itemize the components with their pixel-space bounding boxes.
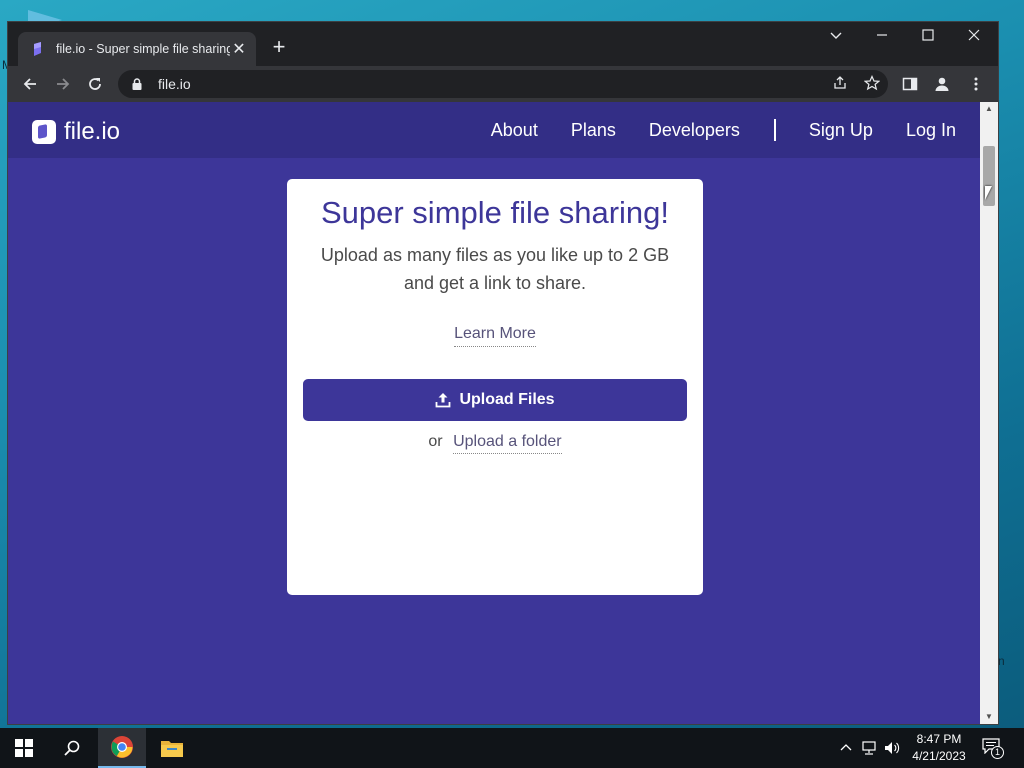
folder-upload-row: or Upload a folder [287,433,703,454]
file-explorer-icon [161,741,183,757]
system-clock[interactable]: 8:47 PM 4/21/2023 [904,731,974,765]
back-arrow-icon[interactable] [18,72,42,96]
nav-plans-link[interactable]: Plans [571,120,616,141]
clock-time: 8:47 PM [916,732,962,746]
fileio-favicon-icon [34,42,41,56]
tab-search-icon[interactable] [816,28,856,46]
share-icon[interactable] [832,75,848,96]
windows-taskbar: 8:47 PM 4/21/2023 1 [0,728,1024,768]
tab-close-icon[interactable]: ✕ [230,39,248,59]
file-explorer-taskbar-button[interactable] [148,728,196,768]
browser-toolbar: file.io [8,66,998,102]
nav-about-link[interactable]: About [491,120,538,141]
network-icon[interactable] [862,728,880,768]
nav-log-in-link[interactable]: Log In [906,120,956,141]
upload-files-label: Upload Files [459,391,555,408]
desktop-edge-text: n [998,654,1005,668]
upload-icon [436,393,451,408]
chrome-taskbar-button[interactable] [98,728,146,768]
volume-icon[interactable] [884,728,902,768]
clock-date: 4/21/2023 [912,749,966,763]
card-title: Super simple file sharing! [320,195,670,230]
more-menu-icon[interactable] [964,72,988,97]
start-button[interactable] [0,728,48,768]
chrome-icon [111,736,133,758]
notification-icon[interactable]: 1 [982,728,1004,768]
or-text: or [428,433,443,450]
upload-files-button[interactable]: Upload Files [303,379,687,421]
search-icon[interactable] [50,728,94,768]
address-bar[interactable]: file.io [118,70,888,98]
forward-arrow-icon[interactable] [51,72,75,96]
browser-window: file.io - Super simple file sharing ✕ + [8,22,998,724]
maximize-icon[interactable] [908,28,948,46]
logo-text: file.io [64,118,121,145]
notification-count-badge: 1 [991,746,1004,759]
show-hidden-icons-icon[interactable] [840,728,852,768]
tab-title: file.io - Super simple file sharing [56,42,230,56]
page-viewport: file.io About Plans Developers Sign Up L… [8,102,980,724]
windows-logo-icon [15,739,33,757]
scroll-down-arrow-icon[interactable]: ▼ [980,710,998,724]
url-text: file.io [158,76,191,92]
star-icon[interactable] [863,75,881,96]
scroll-up-arrow-icon[interactable]: ▲ [980,102,998,116]
new-tab-button[interactable]: + [268,36,290,58]
tab-strip: file.io - Super simple file sharing ✕ + [8,22,998,66]
nav-divider [773,119,776,141]
learn-more-link[interactable]: Learn More [454,325,536,347]
nav-developers-link[interactable]: Developers [649,120,740,141]
lock-icon [132,78,142,90]
reload-icon[interactable] [83,72,107,96]
site-header: file.io About Plans Developers Sign Up L… [8,102,980,158]
upload-folder-link[interactable]: Upload a folder [453,433,562,454]
close-window-icon[interactable] [954,28,994,46]
site-logo[interactable]: file.io [32,118,120,146]
upload-card: Super simple file sharing! Upload as man… [287,179,703,595]
nav-sign-up-link[interactable]: Sign Up [809,120,873,141]
profile-icon[interactable] [930,72,954,98]
card-description: Upload as many files as you like up to 2… [320,245,670,293]
fileio-logo-icon [32,120,56,144]
site-nav-links: About Plans Developers Sign Up Log In [458,119,956,141]
mouse-cursor-icon [985,186,992,200]
side-panel-icon[interactable] [898,72,922,97]
browser-tab[interactable]: file.io - Super simple file sharing ✕ [18,32,256,66]
minimize-icon[interactable] [862,28,902,46]
